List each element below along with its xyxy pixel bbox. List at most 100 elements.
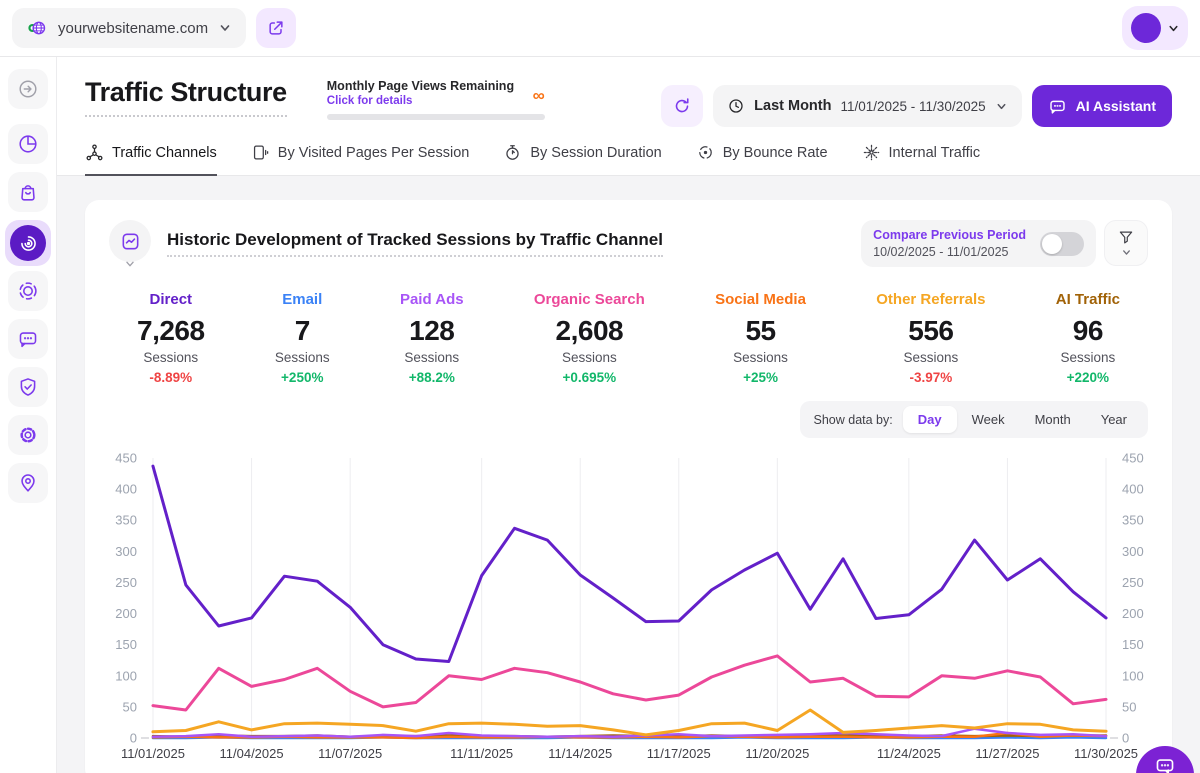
stat-other-referrals[interactable]: Other Referrals 556 Sessions -3.97% (876, 291, 985, 385)
stat-direct[interactable]: Direct 7,268 Sessions -8.89% (137, 291, 205, 385)
infinity-icon: ∞ (533, 87, 545, 104)
refresh-button[interactable] (661, 85, 703, 127)
compare-toggle[interactable] (1040, 232, 1084, 256)
ai-assistant-button[interactable]: AI Assistant (1032, 85, 1172, 127)
website-selector[interactable]: yourwebsitename.com (12, 8, 246, 48)
tab-visited-pages[interactable]: By Visited Pages Per Session (251, 143, 470, 176)
tab-internal-traffic[interactable]: Internal Traffic (862, 143, 981, 176)
chat-bubble-icon (17, 328, 39, 350)
svg-text:50: 50 (1122, 699, 1136, 714)
period-option-month[interactable]: Month (1020, 406, 1086, 433)
svg-text:50: 50 (123, 699, 137, 714)
tab-bounce-rate[interactable]: By Bounce Rate (696, 143, 828, 176)
chevron-down-icon (218, 21, 232, 35)
sidebar-item-ecommerce[interactable] (8, 172, 48, 212)
active-item-circle (10, 225, 46, 261)
compare-previous-period: Compare Previous Period 10/02/2025 - 11/… (861, 220, 1096, 267)
svg-text:11/17/2025: 11/17/2025 (647, 746, 711, 761)
svg-text:450: 450 (1122, 450, 1144, 465)
show-data-by-switch: Show data by: Day Week Month Year (800, 401, 1149, 438)
svg-text:150: 150 (115, 637, 137, 652)
sidebar-item-locations[interactable] (8, 463, 48, 503)
stat-email[interactable]: Email 7 Sessions +250% (275, 291, 330, 385)
svg-text:11/11/2025: 11/11/2025 (450, 746, 513, 761)
tab-label: Traffic Channels (112, 145, 217, 161)
chevron-down-icon (124, 258, 136, 270)
svg-text:300: 300 (1122, 544, 1144, 559)
internal-traffic-icon (862, 143, 881, 162)
sidebar-item-traffic-active[interactable] (5, 220, 51, 266)
pageviews-quota: Monthly Page Views Remaining Click for d… (327, 79, 545, 120)
svg-text:350: 350 (1122, 513, 1144, 528)
period-option-week[interactable]: Week (957, 406, 1020, 433)
sidebar-item-settings[interactable] (8, 415, 48, 455)
chevron-down-icon (995, 100, 1008, 113)
sidebar-item-privacy[interactable] (8, 367, 48, 407)
sidebar-item-analytics[interactable] (8, 124, 48, 164)
svg-text:11/20/2025: 11/20/2025 (745, 746, 809, 761)
svg-text:11/27/2025: 11/27/2025 (975, 746, 1039, 761)
svg-text:400: 400 (1122, 482, 1144, 497)
period-option-year[interactable]: Year (1086, 406, 1142, 433)
svg-text:11/24/2025: 11/24/2025 (877, 746, 941, 761)
pie-chart-icon (17, 133, 39, 155)
avatar (1131, 13, 1161, 43)
svg-text:150: 150 (1122, 637, 1144, 652)
svg-text:0: 0 (130, 730, 137, 745)
svg-text:250: 250 (1122, 575, 1144, 590)
page-header: Traffic Structure Monthly Page Views Rem… (57, 57, 1200, 127)
svg-text:11/30/2025: 11/30/2025 (1074, 746, 1138, 761)
bounce-target-icon (696, 143, 715, 162)
report-tabs: Traffic Channels By Visited Pages Per Se… (57, 143, 1200, 176)
compare-range: 10/02/2025 - 11/01/2025 (873, 245, 1026, 259)
tab-traffic-channels[interactable]: Traffic Channels (85, 143, 217, 176)
svg-text:200: 200 (1122, 606, 1144, 621)
sessions-line-chart[interactable]: 0050501001001501502002002502503003003503… (109, 446, 1148, 766)
sidebar-toggle-button[interactable] (8, 69, 48, 109)
sidebar-item-feedback[interactable] (8, 319, 48, 359)
sidebar (0, 57, 57, 773)
svg-text:11/14/2025: 11/14/2025 (548, 746, 612, 761)
content-area: Historic Development of Tracked Sessions… (57, 176, 1200, 773)
funnel-icon (1117, 228, 1135, 246)
date-range: 11/01/2025 - 11/30/2025 (840, 99, 985, 114)
chevron-down-icon (1167, 22, 1180, 35)
quota-details-link[interactable]: Click for details (327, 95, 514, 107)
chart-area: 0050501001001501502002002502503003003503… (109, 446, 1148, 771)
stat-ai-traffic[interactable]: AI Traffic 96 Sessions +220% (1056, 291, 1120, 385)
tab-label: By Visited Pages Per Session (278, 145, 470, 161)
refresh-icon (672, 96, 692, 116)
page-title: Traffic Structure (85, 77, 287, 117)
svg-text:11/07/2025: 11/07/2025 (318, 746, 382, 761)
sidebar-item-tracking[interactable] (8, 271, 48, 311)
tab-label: By Session Duration (530, 145, 661, 161)
website-name: yourwebsitename.com (58, 20, 208, 37)
ai-chat-icon (1048, 97, 1067, 116)
line-chart-icon (120, 231, 141, 252)
tab-session-duration[interactable]: By Session Duration (503, 143, 661, 176)
svg-text:11/01/2025: 11/01/2025 (121, 746, 185, 761)
account-menu[interactable] (1122, 6, 1188, 50)
svg-text:300: 300 (115, 544, 137, 559)
chat-bubble-icon (1154, 755, 1176, 773)
ai-assistant-label: AI Assistant (1076, 98, 1156, 114)
period-option-day[interactable]: Day (903, 406, 957, 433)
panel-toggle-icon (17, 78, 39, 100)
svg-text:450: 450 (115, 450, 137, 465)
tab-label: Internal Traffic (889, 145, 981, 161)
top-bar: yourwebsitename.com (0, 0, 1200, 57)
filter-button[interactable] (1104, 220, 1148, 266)
widget-title: Historic Development of Tracked Sessions… (167, 230, 663, 257)
stat-social-media[interactable]: Social Media 55 Sessions +25% (715, 291, 806, 385)
tab-label: By Bounce Rate (723, 145, 828, 161)
stat-organic-search[interactable]: Organic Search 2,608 Sessions +0.695% (534, 291, 645, 385)
globe-icon (26, 17, 48, 39)
focus-scan-icon (17, 280, 39, 302)
svg-text:200: 200 (115, 606, 137, 621)
widget-icon-button[interactable] (109, 220, 151, 262)
pages-device-icon (251, 143, 270, 162)
stat-paid-ads[interactable]: Paid Ads 128 Sessions +88.2% (400, 291, 464, 385)
date-range-picker[interactable]: Last Month 11/01/2025 - 11/30/2025 (713, 85, 1021, 127)
open-website-button[interactable] (256, 8, 296, 48)
location-pin-icon (17, 472, 39, 494)
